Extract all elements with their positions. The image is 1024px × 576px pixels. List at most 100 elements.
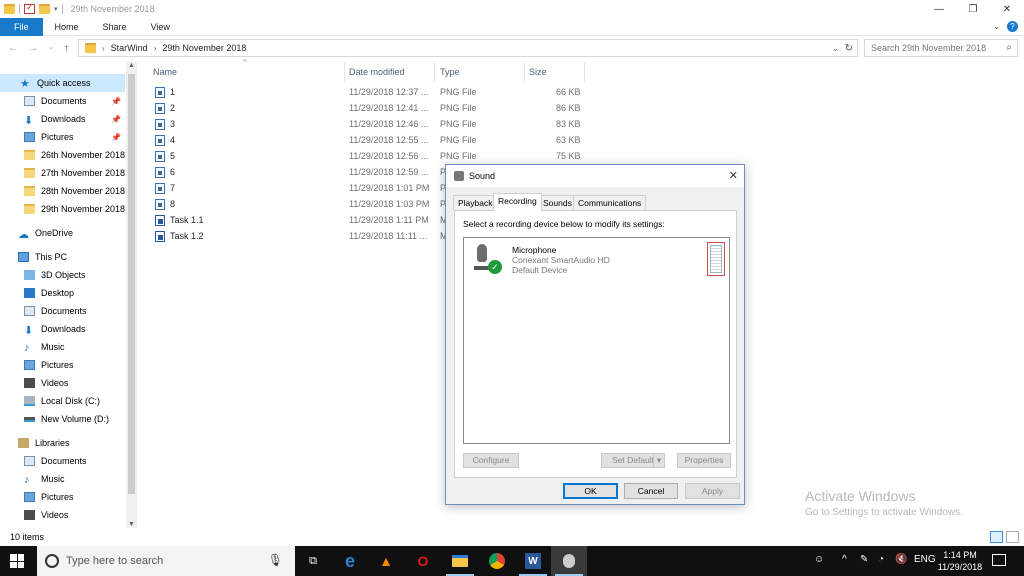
sidebar-item-documents[interactable]: Documents 📌 <box>0 92 125 110</box>
sidebar-item-28th-november[interactable]: 28th November 2018 <box>0 182 125 200</box>
sidebar-scrollbar[interactable]: ▲ ▼ <box>126 62 137 528</box>
tab-recording[interactable]: Recording <box>493 193 542 211</box>
wifi-icon[interactable]: ◔ <box>878 554 884 565</box>
sidebar-item-pc-pictures[interactable]: Pictures <box>0 356 125 374</box>
refresh-icon[interactable]: ↻ <box>845 43 853 54</box>
apply-button[interactable]: Apply <box>685 483 740 499</box>
device-list[interactable]: ✓ Microphone Conexant SmartAudio HD Defa… <box>463 237 730 444</box>
sidebar-item-libraries[interactable]: Libraries <box>0 434 125 452</box>
details-view-icon[interactable] <box>990 531 1003 543</box>
scroll-down-icon[interactable]: ▼ <box>128 521 135 528</box>
tab-file[interactable]: File <box>0 17 43 36</box>
sidebar-item-local-disk[interactable]: Local Disk (C:) <box>0 392 125 410</box>
scroll-up-icon[interactable]: ▲ <box>128 62 135 69</box>
sidebar-item-music[interactable]: ♪ Music <box>0 338 125 356</box>
table-row[interactable]: 8 11/29/2018 1:03 PM PNG File <box>152 196 477 212</box>
set-default-dropdown-icon[interactable]: ▾ <box>653 453 665 468</box>
breadcrumb-starwind[interactable]: StarWind <box>111 43 148 53</box>
sidebar-item-26th-november[interactable]: 26th November 2018 <box>0 146 125 164</box>
properties-icon[interactable] <box>24 2 35 14</box>
expand-ribbon-icon[interactable]: ⌄ <box>993 22 1000 31</box>
tab-home[interactable]: Home <box>43 18 91 36</box>
up-icon[interactable]: ↑ <box>64 43 69 54</box>
table-row[interactable]: 4 11/29/2018 12:55 ... PNG File 63 KB <box>152 132 581 148</box>
table-row[interactable]: 5 11/29/2018 12:56 ... PNG File 75 KB <box>152 148 581 164</box>
minimize-button[interactable]: — <box>922 0 956 18</box>
new-folder-icon[interactable] <box>39 4 50 14</box>
table-row[interactable]: 6 11/29/2018 12:59 ... PNG File <box>152 164 477 180</box>
sidebar-item-29th-november[interactable]: 29th November 2018 <box>0 200 125 218</box>
sidebar-item-lib-music[interactable]: ♪ Music <box>0 470 125 488</box>
dialog-close-icon[interactable]: ✕ <box>729 169 738 182</box>
edge-icon[interactable]: e <box>332 546 368 576</box>
people-icon[interactable]: ☺ <box>814 554 824 565</box>
close-button[interactable]: ✕ <box>990 0 1024 18</box>
ok-button[interactable]: OK <box>563 483 618 499</box>
notifications-icon[interactable] <box>992 554 1006 566</box>
forward-icon[interactable]: → <box>28 43 38 54</box>
column-divider[interactable] <box>344 62 345 82</box>
sidebar-item-videos[interactable]: Videos <box>0 374 125 392</box>
chrome-icon[interactable] <box>479 546 515 576</box>
address-dropdown-icon[interactable]: ⌄ <box>832 44 839 53</box>
help-icon[interactable]: ? <box>1007 21 1018 32</box>
breadcrumb-current[interactable]: 29th November 2018 <box>162 43 246 53</box>
column-divider[interactable] <box>434 62 435 82</box>
column-size[interactable]: Size <box>529 64 547 80</box>
sidebar-item-lib-documents[interactable]: Documents <box>0 452 125 470</box>
sound-settings-icon[interactable] <box>551 546 587 576</box>
tab-communications[interactable]: Communications <box>573 195 647 210</box>
microphone-icon[interactable]: 🎙 <box>268 553 283 567</box>
properties-button[interactable]: Properties <box>677 453 731 468</box>
table-row[interactable]: 1 11/29/2018 12:37 ... PNG File 66 KB <box>152 84 581 100</box>
scrollbar-thumb[interactable] <box>128 74 135 494</box>
sidebar-item-desktop[interactable]: Desktop <box>0 284 125 302</box>
start-windows-icon[interactable] <box>10 554 24 568</box>
sidebar-item-quick-access[interactable]: ★ Quick access <box>0 74 125 92</box>
breadcrumb-separator-icon[interactable]: › <box>154 44 157 53</box>
address-bar[interactable]: › StarWind › 29th November 2018 ⌄ ↻ <box>78 39 858 57</box>
sidebar-item-this-pc[interactable]: This PC <box>0 248 125 266</box>
configure-button[interactable]: Configure <box>463 453 519 468</box>
sidebar-item-lib-pictures[interactable]: Pictures <box>0 488 125 506</box>
table-row[interactable]: 3 11/29/2018 12:46 ... PNG File 83 KB <box>152 116 581 132</box>
sidebar-item-pictures[interactable]: Pictures 📌 <box>0 128 125 146</box>
word-icon[interactable]: W <box>515 546 551 576</box>
cancel-button[interactable]: Cancel <box>624 483 678 499</box>
table-row[interactable]: 2 11/29/2018 12:41 ... PNG File 86 KB <box>152 100 581 116</box>
column-divider[interactable] <box>524 62 525 82</box>
maximize-button[interactable]: ❐ <box>956 0 990 18</box>
table-row[interactable]: Task 1.2 11/29/2018 11:11 ... M <box>152 228 452 244</box>
device-name[interactable]: Microphone <box>512 245 556 255</box>
column-name[interactable]: Name <box>153 64 177 80</box>
sidebar-item-downloads[interactable]: ⬇ Downloads 📌 <box>0 110 125 128</box>
sidebar-item-pc-documents[interactable]: Documents <box>0 302 125 320</box>
column-date-modified[interactable]: Date modified <box>349 64 405 80</box>
back-icon[interactable]: ← <box>8 43 18 54</box>
tab-share[interactable]: Share <box>91 18 139 36</box>
volume-muted-icon[interactable]: 🔇 <box>895 554 907 565</box>
table-row[interactable]: 7 11/29/2018 1:01 PM PNG File <box>152 180 477 196</box>
pin-icon[interactable]: 📌 <box>111 115 121 124</box>
dialog-title-bar[interactable]: Sound ✕ <box>446 165 744 187</box>
clock[interactable]: 1:14 PM 11/29/2018 <box>932 549 988 573</box>
tab-view[interactable]: View <box>139 18 182 36</box>
sidebar-item-27th-november[interactable]: 27th November 2018 <box>0 164 125 182</box>
task-view-icon[interactable]: ⧉ <box>295 546 331 576</box>
column-type[interactable]: Type <box>440 64 460 80</box>
search-input[interactable]: Search 29th November 2018 ⌕ <box>864 39 1018 57</box>
tab-sounds[interactable]: Sounds <box>538 195 577 210</box>
show-hidden-icons-icon[interactable]: ^ <box>842 554 847 565</box>
large-icons-view-icon[interactable] <box>1006 531 1019 543</box>
tab-playback[interactable]: Playback <box>453 195 498 210</box>
file-explorer-icon[interactable] <box>442 546 478 576</box>
sidebar-item-lib-videos[interactable]: Videos <box>0 506 125 524</box>
opera-icon[interactable]: O <box>405 546 441 576</box>
pin-icon[interactable]: 📌 <box>111 133 121 142</box>
vlc-icon[interactable]: ▲ <box>368 546 404 576</box>
pen-icon[interactable]: ✎ <box>860 554 868 565</box>
recent-chevron-icon[interactable]: ⌄ <box>48 43 54 54</box>
sidebar-item-pc-downloads[interactable]: ⬇ Downloads <box>0 320 125 338</box>
sidebar-item-onedrive[interactable]: ☁ OneDrive <box>0 224 125 242</box>
breadcrumb-separator-icon[interactable]: › <box>102 44 105 53</box>
